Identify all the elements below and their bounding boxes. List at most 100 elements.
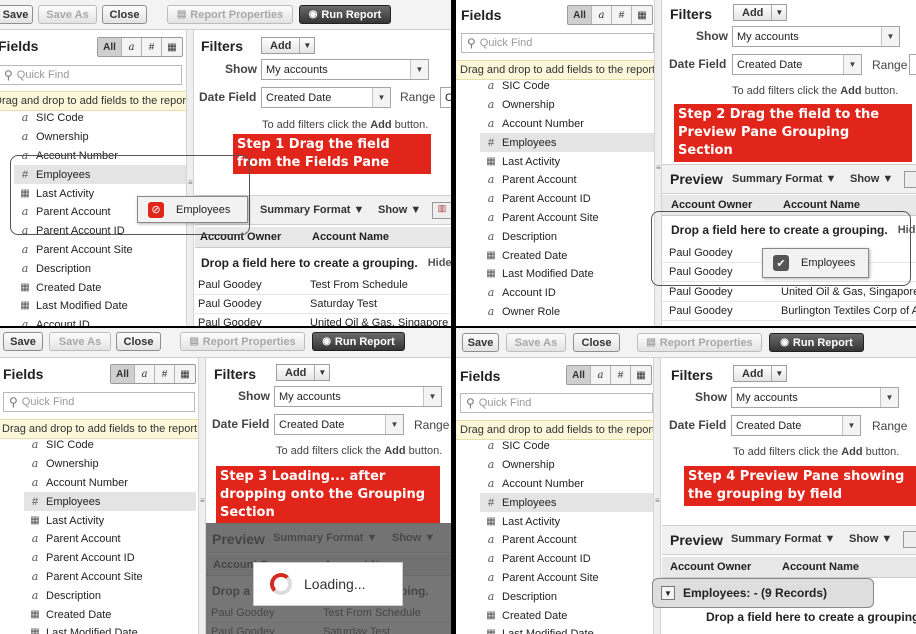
account-name-column[interactable]: Account Name bbox=[782, 561, 859, 573]
close-button[interactable]: Close bbox=[116, 332, 161, 351]
grouping-row[interactable]: ▼ Employees: - (9 Records) bbox=[652, 578, 874, 608]
field-item[interactable]: a Parent Account bbox=[484, 170, 654, 189]
date-field-select[interactable]: Created Date ▼ bbox=[732, 54, 862, 75]
show-select[interactable]: My accounts ▼ bbox=[274, 386, 442, 407]
save-button[interactable]: Save bbox=[0, 5, 33, 24]
field-item[interactable]: a Ownership bbox=[484, 95, 654, 114]
run-report-button[interactable]: ◉ Run Report bbox=[299, 5, 391, 24]
report-properties-button[interactable]: ▤ Report Properties bbox=[637, 333, 762, 352]
account-owner-column[interactable]: Account Owner bbox=[671, 199, 752, 211]
field-item[interactable]: ▦ Last Modified Date bbox=[484, 624, 654, 634]
date-field-select[interactable]: Created Date ▼ bbox=[731, 415, 861, 436]
field-item[interactable]: ▦ Created Date bbox=[484, 606, 654, 625]
field-item[interactable]: a Description bbox=[18, 259, 186, 278]
field-item[interactable]: a Account Number bbox=[484, 474, 654, 493]
quick-find-input[interactable]: ⚲ Quick Find bbox=[3, 392, 195, 412]
range-select[interactable] bbox=[909, 54, 916, 75]
field-item[interactable]: ▦ Last Modified Date bbox=[28, 623, 196, 634]
collapse-icon[interactable]: ▼ bbox=[661, 586, 675, 600]
range-select[interactable]: C bbox=[440, 87, 451, 108]
chart-icon[interactable] bbox=[904, 171, 916, 188]
grouping-drop-zone[interactable]: Drop a field here to create a grouping. bbox=[706, 605, 916, 629]
field-item[interactable]: a Parent Account bbox=[28, 529, 196, 548]
show-dropdown[interactable]: Show ▼ bbox=[850, 173, 893, 185]
account-name-column[interactable]: Account Name bbox=[312, 231, 389, 243]
field-item[interactable]: a Ownership bbox=[28, 454, 196, 473]
field-item[interactable]: a SIC Code bbox=[18, 108, 186, 127]
filter-all-button[interactable]: All bbox=[567, 366, 591, 384]
field-item[interactable]: a Parent Account Site bbox=[484, 568, 654, 587]
report-properties-button[interactable]: ▤ Report Properties bbox=[180, 332, 305, 351]
field-item[interactable]: a Account ID bbox=[18, 315, 186, 326]
add-filter-button[interactable]: Add ▼ bbox=[276, 364, 331, 381]
close-button[interactable]: Close bbox=[102, 5, 147, 24]
add-filter-button[interactable]: Add ▼ bbox=[733, 4, 788, 21]
drag-ghost[interactable]: ✔ Employees bbox=[762, 248, 869, 278]
field-item[interactable]: a SIC Code bbox=[484, 76, 654, 95]
field-item[interactable]: a Parent Account ID bbox=[484, 189, 654, 208]
drag-ghost[interactable]: ⊘ Employees bbox=[137, 196, 248, 223]
add-filter-button[interactable]: Add ▼ bbox=[261, 37, 316, 54]
field-item[interactable]: ▦ Last Activity bbox=[28, 511, 196, 530]
save-button[interactable]: Save bbox=[3, 332, 43, 351]
field-item[interactable]: a Parent Account Site bbox=[28, 567, 196, 586]
field-item[interactable]: a Description bbox=[484, 587, 654, 606]
filter-number-button[interactable]: # bbox=[142, 38, 162, 56]
pane-splitter[interactable]: ≡ bbox=[198, 358, 206, 634]
show-dropdown[interactable]: Show ▼ bbox=[849, 533, 892, 545]
field-item[interactable]: a Parent Account Site bbox=[18, 240, 186, 259]
filter-date-button[interactable]: ▦ bbox=[162, 38, 182, 56]
field-item[interactable]: a Parent Account Site bbox=[484, 208, 654, 227]
save-as-button[interactable]: Save As bbox=[49, 332, 111, 351]
field-item[interactable]: a Description bbox=[28, 586, 196, 605]
run-report-button[interactable]: ◉ Run Report bbox=[312, 332, 405, 351]
summary-format-dropdown[interactable]: Summary Format ▼ bbox=[260, 204, 364, 216]
show-select[interactable]: My accounts ▼ bbox=[261, 59, 429, 80]
field-item[interactable]: a Description bbox=[484, 227, 654, 246]
field-item[interactable]: a Parent Account bbox=[484, 530, 654, 549]
close-button[interactable]: Close bbox=[573, 333, 620, 352]
field-item[interactable]: a Account Number bbox=[28, 473, 196, 492]
quick-find-input[interactable]: ⚲ Quick Find bbox=[0, 65, 182, 85]
chart-icon[interactable]: ▥ bbox=[432, 202, 451, 219]
quick-find-input[interactable]: ⚲ Quick Find bbox=[461, 33, 654, 53]
filter-date-button[interactable]: ▦ bbox=[632, 6, 652, 24]
account-name-column[interactable]: Account Name bbox=[783, 199, 860, 211]
hide-link[interactable]: Hide bbox=[428, 257, 451, 269]
field-item[interactable]: a Account Number bbox=[484, 114, 654, 133]
field-item[interactable]: ▦ Created Date bbox=[28, 605, 196, 624]
field-item[interactable]: a Owner Role bbox=[484, 302, 654, 321]
filter-number-button[interactable]: # bbox=[611, 366, 631, 384]
field-item[interactable]: a Parent Account ID bbox=[28, 548, 196, 567]
summary-format-dropdown[interactable]: Summary Format ▼ bbox=[731, 533, 835, 545]
filter-number-button[interactable]: # bbox=[155, 365, 175, 383]
field-item[interactable]: ▦ Last Activity bbox=[484, 512, 654, 531]
quick-find-input[interactable]: ⚲ Quick Find bbox=[460, 393, 653, 413]
field-item[interactable]: a Account ID bbox=[484, 283, 654, 302]
filter-date-button[interactable]: ▦ bbox=[631, 366, 651, 384]
filter-date-button[interactable]: ▦ bbox=[175, 365, 195, 383]
field-item[interactable]: ▦ Last Activity bbox=[484, 152, 654, 171]
field-item[interactable]: ▦ Created Date bbox=[484, 246, 654, 265]
field-item[interactable]: a Ownership bbox=[18, 127, 186, 146]
save-as-button[interactable]: Save As bbox=[38, 5, 97, 24]
field-item[interactable]: ▦ Created Date bbox=[18, 278, 186, 297]
filter-text-button[interactable]: a bbox=[591, 366, 611, 384]
field-item[interactable]: a Ownership bbox=[484, 455, 654, 474]
show-select[interactable]: My accounts ▼ bbox=[731, 387, 899, 408]
filter-all-button[interactable]: All bbox=[111, 365, 135, 383]
filter-all-button[interactable]: All bbox=[98, 38, 122, 56]
field-item-selected[interactable]: # Employees bbox=[24, 492, 196, 511]
save-as-button[interactable]: Save As bbox=[506, 333, 566, 352]
filter-text-button[interactable]: a bbox=[592, 6, 612, 24]
filter-all-button[interactable]: All bbox=[568, 6, 592, 24]
field-item[interactable]: ▦ Last Modified Date bbox=[484, 264, 654, 283]
filter-text-button[interactable]: a bbox=[135, 365, 155, 383]
field-item-selected[interactable]: # Employees bbox=[480, 493, 654, 512]
date-field-select[interactable]: Created Date ▼ bbox=[274, 414, 404, 435]
account-owner-column[interactable]: Account Owner bbox=[670, 561, 751, 573]
show-select[interactable]: My accounts ▼ bbox=[732, 26, 900, 47]
run-report-button[interactable]: ◉ Run Report bbox=[769, 333, 864, 352]
filter-number-button[interactable]: # bbox=[612, 6, 632, 24]
filter-text-button[interactable]: a bbox=[122, 38, 142, 56]
